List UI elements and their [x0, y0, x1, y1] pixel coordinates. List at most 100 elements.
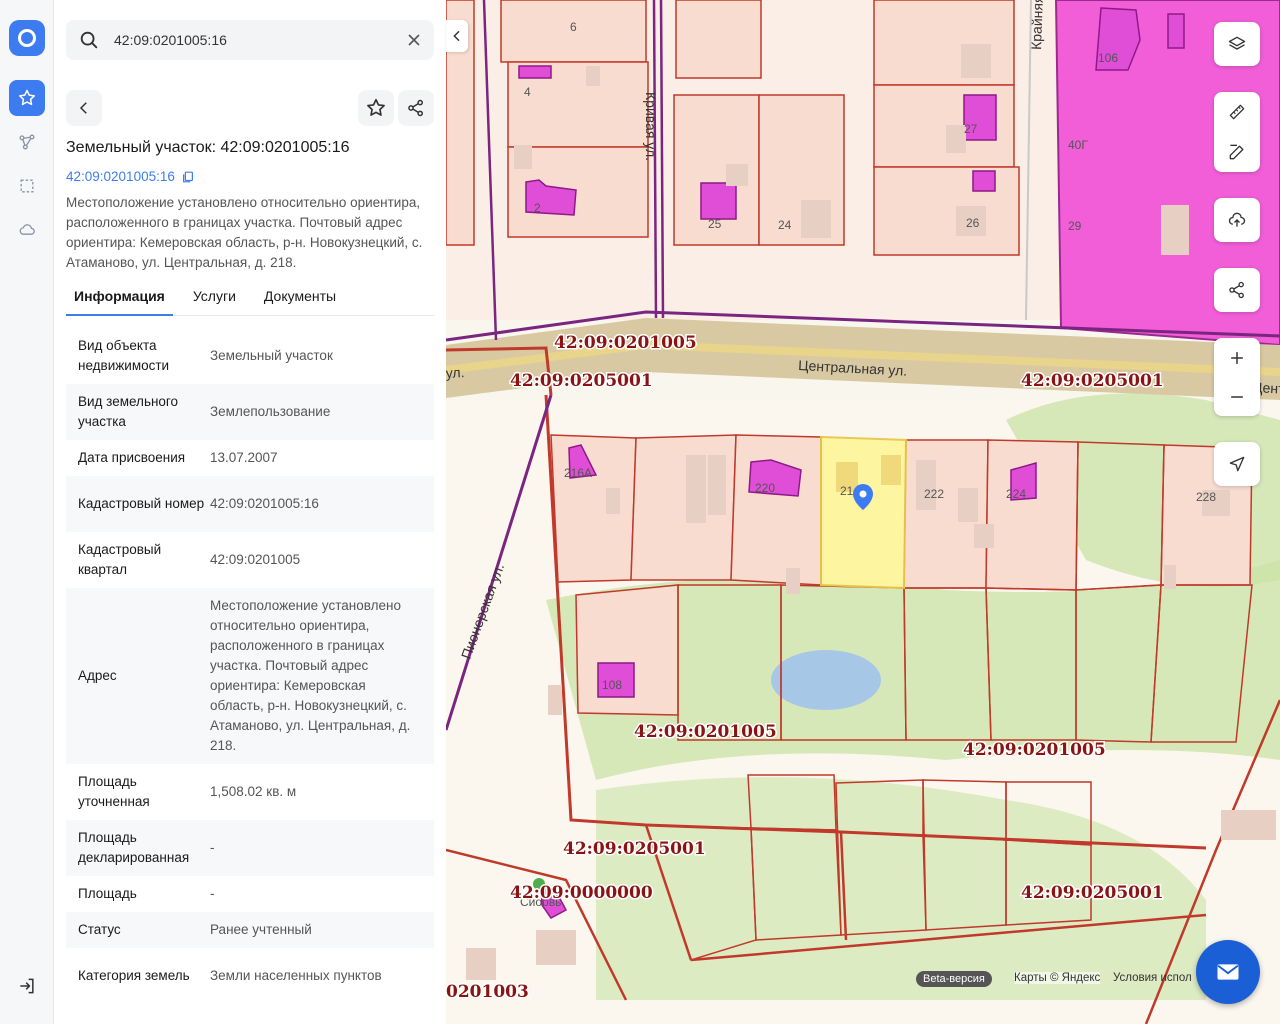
- upload-control[interactable]: [1214, 198, 1260, 242]
- row-value: 42:09:0201005: [210, 552, 301, 567]
- house-number: 220: [755, 481, 775, 495]
- cadastral-number-text[interactable]: 42:09:0201005:16: [66, 169, 175, 184]
- cadastral-number-link[interactable]: 42:09:0201005:16: [66, 169, 195, 184]
- house-number: 222: [924, 487, 944, 501]
- house-number: 29: [1068, 219, 1082, 233]
- house-number: 106: [1098, 51, 1118, 65]
- close-icon[interactable]: [406, 32, 422, 48]
- share-icon: [408, 99, 423, 117]
- ruler-button[interactable]: [1215, 94, 1259, 130]
- row-key: Площадь уточненная: [78, 774, 150, 809]
- zoom-control: [1214, 338, 1260, 416]
- quarter-label: 42:09:0205001: [1021, 371, 1164, 391]
- share-button[interactable]: [398, 90, 434, 126]
- house-number: 24: [778, 218, 792, 232]
- quarter-label: 42:09:0205001: [510, 371, 653, 391]
- row-key: Адрес: [78, 668, 117, 683]
- geolocation-button[interactable]: [1215, 446, 1259, 482]
- upload-icon: [1228, 212, 1246, 227]
- quarter-label: 42:09:0205001: [1021, 883, 1164, 903]
- row-value: 42:09:0201005:16: [210, 496, 319, 511]
- nodes-icon: [19, 134, 35, 150]
- tab-documents[interactable]: Документы: [256, 284, 344, 316]
- routes-rail-button[interactable]: [9, 124, 45, 160]
- table-row: Дата присвоения 13.07.2007: [66, 440, 434, 476]
- row-value: -: [210, 886, 215, 901]
- table-row: Статус Ранее учтенный: [66, 912, 434, 948]
- street-label: Кривая ул.: [643, 92, 659, 161]
- copy-icon[interactable]: [181, 170, 195, 184]
- beta-badge: Beta-версия: [916, 971, 992, 987]
- table-row: Адрес Местоположение установлено относите…: [66, 588, 434, 764]
- map-share-button[interactable]: [1215, 272, 1259, 308]
- row-value: Земельный участок: [210, 348, 333, 363]
- row-key: Дата присвоения: [78, 450, 186, 465]
- cloud-icon: [19, 224, 35, 235]
- upload-button[interactable]: [1215, 202, 1259, 238]
- row-value: Землепользование: [210, 404, 331, 419]
- tab-bar: Информация Услуги Документы: [66, 284, 434, 316]
- map-view[interactable]: 6 4 2 25 24 27 26 40Г 29 106 216А 220 21…: [446, 0, 1280, 1024]
- row-key: Вид земельного участка: [78, 394, 179, 429]
- map-canvas[interactable]: 6 4 2 25 24 27 26 40Г 29 106 216А 220 21…: [446, 0, 1280, 1024]
- search-input[interactable]: 42:09:0201005:16: [114, 32, 406, 48]
- quarter-label: 42:09:0201005: [963, 740, 1106, 760]
- layers-button[interactable]: [1215, 26, 1259, 62]
- dashed-square-icon: [20, 179, 34, 193]
- house-number: 6: [570, 20, 577, 34]
- share-control[interactable]: [1214, 268, 1260, 312]
- info-panel: 42:09:0201005:16 Земельный участок: 42:0…: [54, 0, 446, 1024]
- feedback-button[interactable]: [1196, 940, 1260, 1004]
- building-gray: [881, 455, 901, 485]
- row-value: Местоположение установлено относительно …: [210, 598, 411, 753]
- app-logo[interactable]: [9, 20, 45, 56]
- edit-icon: [1229, 144, 1244, 160]
- table-row: Вид объекта недвижимости Земельный участо…: [66, 328, 434, 384]
- geolocation-control[interactable]: [1214, 442, 1260, 486]
- map-copyright[interactable]: Карты © Яндекс: [1014, 972, 1101, 984]
- row-value: Ранее учтенный: [210, 922, 312, 937]
- house-number: 26: [966, 216, 980, 230]
- cloud-rail-button[interactable]: [9, 212, 45, 248]
- house-number: 40Г: [1068, 138, 1088, 152]
- layers-icon: [1228, 36, 1246, 50]
- edit-button[interactable]: [1215, 134, 1259, 170]
- zoom-out-button[interactable]: [1215, 379, 1259, 415]
- table-row: Кадастровый квартал 42:09:0201005: [66, 532, 434, 588]
- row-value: -: [210, 840, 215, 855]
- select-area-rail-button[interactable]: [9, 168, 45, 204]
- back-button[interactable]: [66, 90, 102, 126]
- layers-control[interactable]: [1214, 22, 1260, 66]
- location-pin-dot: [859, 490, 867, 498]
- zoom-in-button[interactable]: [1215, 340, 1259, 376]
- app: 42:09:0201005:16 Земельный участок: 42:0…: [0, 0, 1280, 1024]
- search-bar[interactable]: 42:09:0201005:16: [66, 20, 434, 60]
- tab-information[interactable]: Информация: [66, 284, 173, 316]
- plus-icon: [1231, 351, 1243, 364]
- quarter-label: 42:09:0201005: [634, 722, 777, 742]
- minus-icon: [1231, 395, 1243, 398]
- logout-rail-button[interactable]: [9, 968, 45, 1004]
- navigate-icon: [1229, 456, 1245, 472]
- quarter-label: 42:09:0205001: [563, 839, 706, 859]
- tab-services[interactable]: Услуги: [185, 284, 244, 316]
- row-key: Кадастровый номер: [78, 496, 205, 511]
- house-number: 228: [1196, 490, 1216, 504]
- ruler-icon: [1229, 104, 1245, 120]
- pond: [771, 650, 881, 710]
- table-row: Площадь декларированная -: [66, 820, 434, 876]
- street-label: Крайняя: [1028, 0, 1046, 50]
- quarter-label: 0201003: [446, 982, 529, 1002]
- map-terms-link[interactable]: Условия испол: [1113, 972, 1192, 984]
- house-number: 25: [708, 217, 722, 231]
- chevron-left-icon: [453, 30, 460, 42]
- row-key: Кадастровый квартал: [78, 542, 162, 577]
- collapse-panel-button[interactable]: [446, 20, 468, 52]
- star-icon: [367, 98, 385, 116]
- favorites-rail-button[interactable]: [9, 80, 45, 116]
- favorite-button[interactable]: [358, 90, 394, 126]
- house-number: 21: [840, 484, 854, 498]
- row-value: 1,508.02 кв. м: [210, 784, 297, 799]
- left-rail: [0, 0, 54, 1024]
- table-row: Площадь -: [66, 876, 434, 912]
